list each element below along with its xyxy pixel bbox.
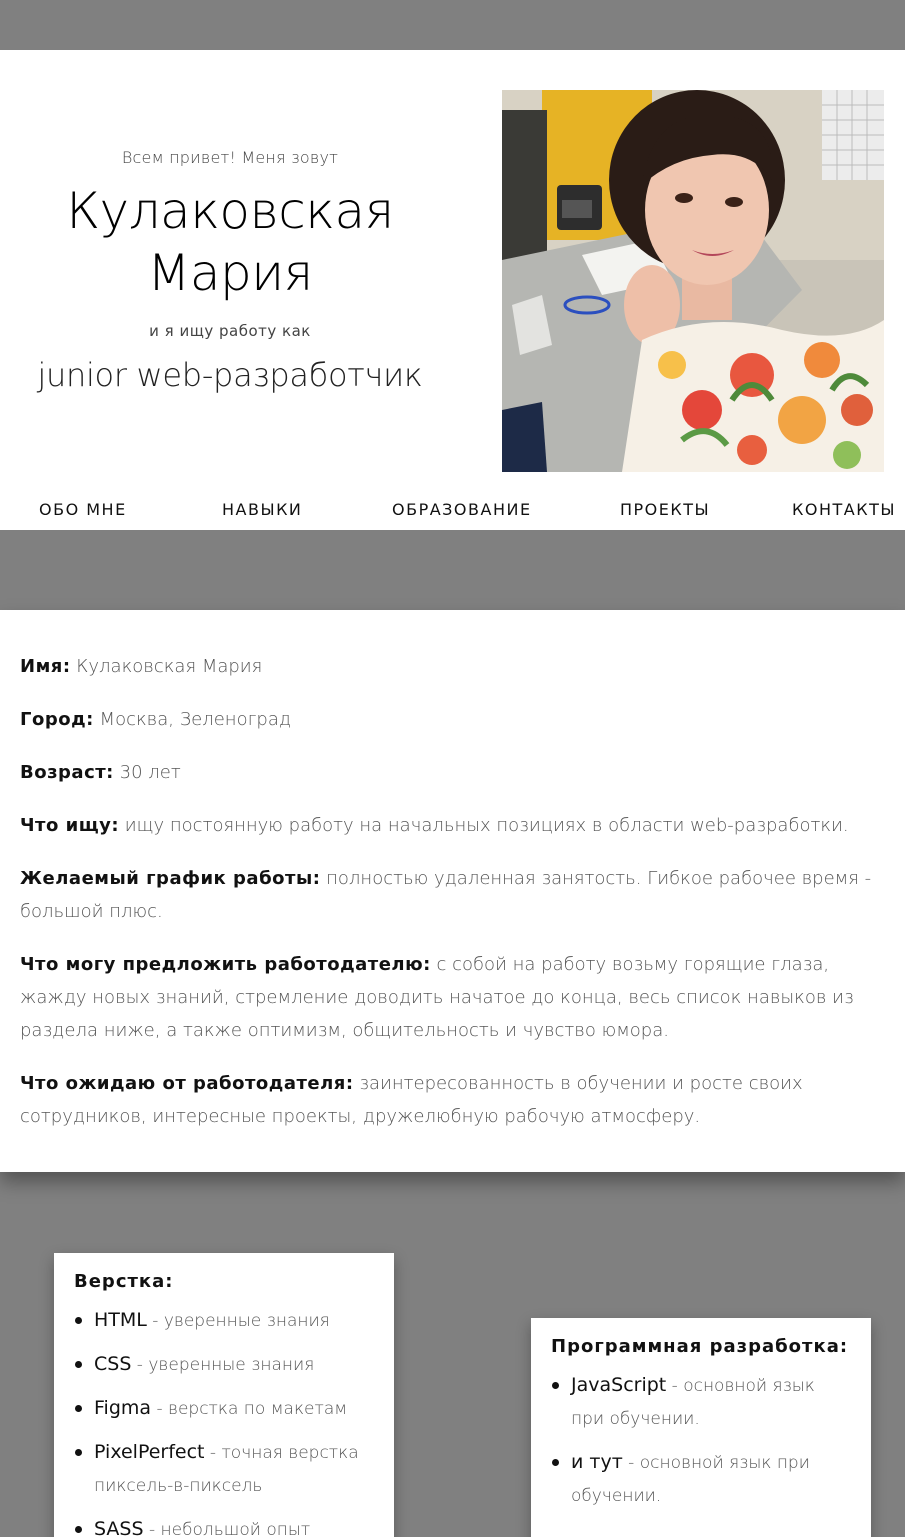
about-expect-row: Что ожидаю от работодателя: заинтересова…	[20, 1067, 893, 1133]
skill-name: JavaScript	[571, 1374, 667, 1396]
nav-skills[interactable]: НАВЫКИ	[222, 500, 302, 519]
list-item: SASS - небольшой опыт	[74, 1513, 374, 1537]
skill-name: CSS	[94, 1353, 132, 1375]
skills-dev-title: Программная разработка:	[551, 1336, 849, 1357]
about-value: Москва, Зеленоград	[93, 709, 292, 730]
list-item: HTML - уверенные знания	[74, 1304, 374, 1338]
skill-desc: - уверенные знания	[131, 1355, 315, 1375]
skill-name: SASS	[94, 1518, 144, 1537]
about-age-row: Возраст: 30 лет	[20, 756, 893, 789]
about-seeking-row: Что ищу: ищу постоянную работу на началь…	[20, 809, 893, 842]
page: Всем привет! Меня зовут Кулаковская Мари…	[0, 0, 905, 1537]
list-item: JavaScript - основной язык при обучении.	[551, 1369, 851, 1436]
list-item: и тут - основной язык при обучении.	[551, 1446, 851, 1513]
header-card: Всем привет! Меня зовут Кулаковская Мари…	[0, 50, 905, 530]
profile-photo	[502, 90, 884, 472]
skill-desc: - небольшой опыт	[143, 1520, 311, 1537]
skills-layout-list: HTML - уверенные знания CSS - уверенные …	[74, 1304, 374, 1537]
about-label: Имя:	[20, 656, 71, 677]
skills-layout-card: Верстка: HTML - уверенные знания CSS - у…	[54, 1253, 394, 1537]
skills-dev-card: Программная разработка: JavaScript - осн…	[531, 1318, 871, 1537]
list-item: Figma - верстка по макетам	[74, 1392, 374, 1426]
seeking-text: и я ищу работу как	[149, 322, 311, 340]
about-label: Что могу предложить работодателю:	[20, 954, 431, 975]
list-item: PixelPerfect - точная верстка пиксель-в-…	[74, 1436, 374, 1503]
skills-layout-title: Верстка:	[74, 1271, 174, 1292]
about-label: Что ожидаю от работодателя:	[20, 1073, 354, 1094]
about-label: Возраст:	[20, 762, 114, 783]
about-label: Желаемый график работы:	[20, 868, 321, 889]
about-city-row: Город: Москва, Зеленоград	[20, 703, 893, 736]
about-label: Что ищу:	[20, 815, 120, 836]
skills-dev-list: JavaScript - основной язык при обучении.…	[551, 1369, 851, 1513]
nav-about[interactable]: ОБО МНЕ	[39, 500, 127, 519]
nav-projects[interactable]: ПРОЕКТЫ	[620, 500, 710, 519]
about-label: Город:	[20, 709, 94, 730]
nav-education[interactable]: ОБРАЗОВАНИЕ	[392, 500, 532, 519]
skill-desc: - верстка по макетам	[151, 1399, 348, 1419]
about-value: ищу постоянную работу на начальных позиц…	[119, 815, 849, 836]
skill-name: Figma	[94, 1397, 152, 1419]
about-section: Имя: Кулаковская Мария Город: Москва, Зе…	[0, 610, 905, 1172]
about-value: 30 лет	[113, 762, 181, 783]
list-item: CSS - уверенные знания	[74, 1348, 374, 1382]
main-nav: ОБО МНЕ НАВЫКИ ОБРАЗОВАНИЕ ПРОЕКТЫ КОНТА…	[0, 498, 905, 530]
skill-name: PixelPerfect	[94, 1441, 205, 1463]
skill-name: и тут	[571, 1451, 623, 1473]
about-schedule-row: Желаемый график работы: полностью удален…	[20, 862, 893, 928]
skill-desc: - уверенные знания	[146, 1311, 330, 1331]
about-name-row: Имя: Кулаковская Мария	[20, 650, 893, 683]
about-offer-row: Что могу предложить работодателю: с собо…	[20, 948, 893, 1047]
about-value: Кулаковская Мария	[70, 656, 263, 677]
nav-contacts[interactable]: КОНТАКТЫ	[792, 500, 896, 519]
greeting-text: Всем привет! Меня зовут	[121, 148, 339, 167]
job-position: junior web-разработчик	[37, 356, 423, 394]
person-name: Кулаковская Мария	[66, 182, 394, 302]
skill-name: HTML	[94, 1309, 147, 1331]
